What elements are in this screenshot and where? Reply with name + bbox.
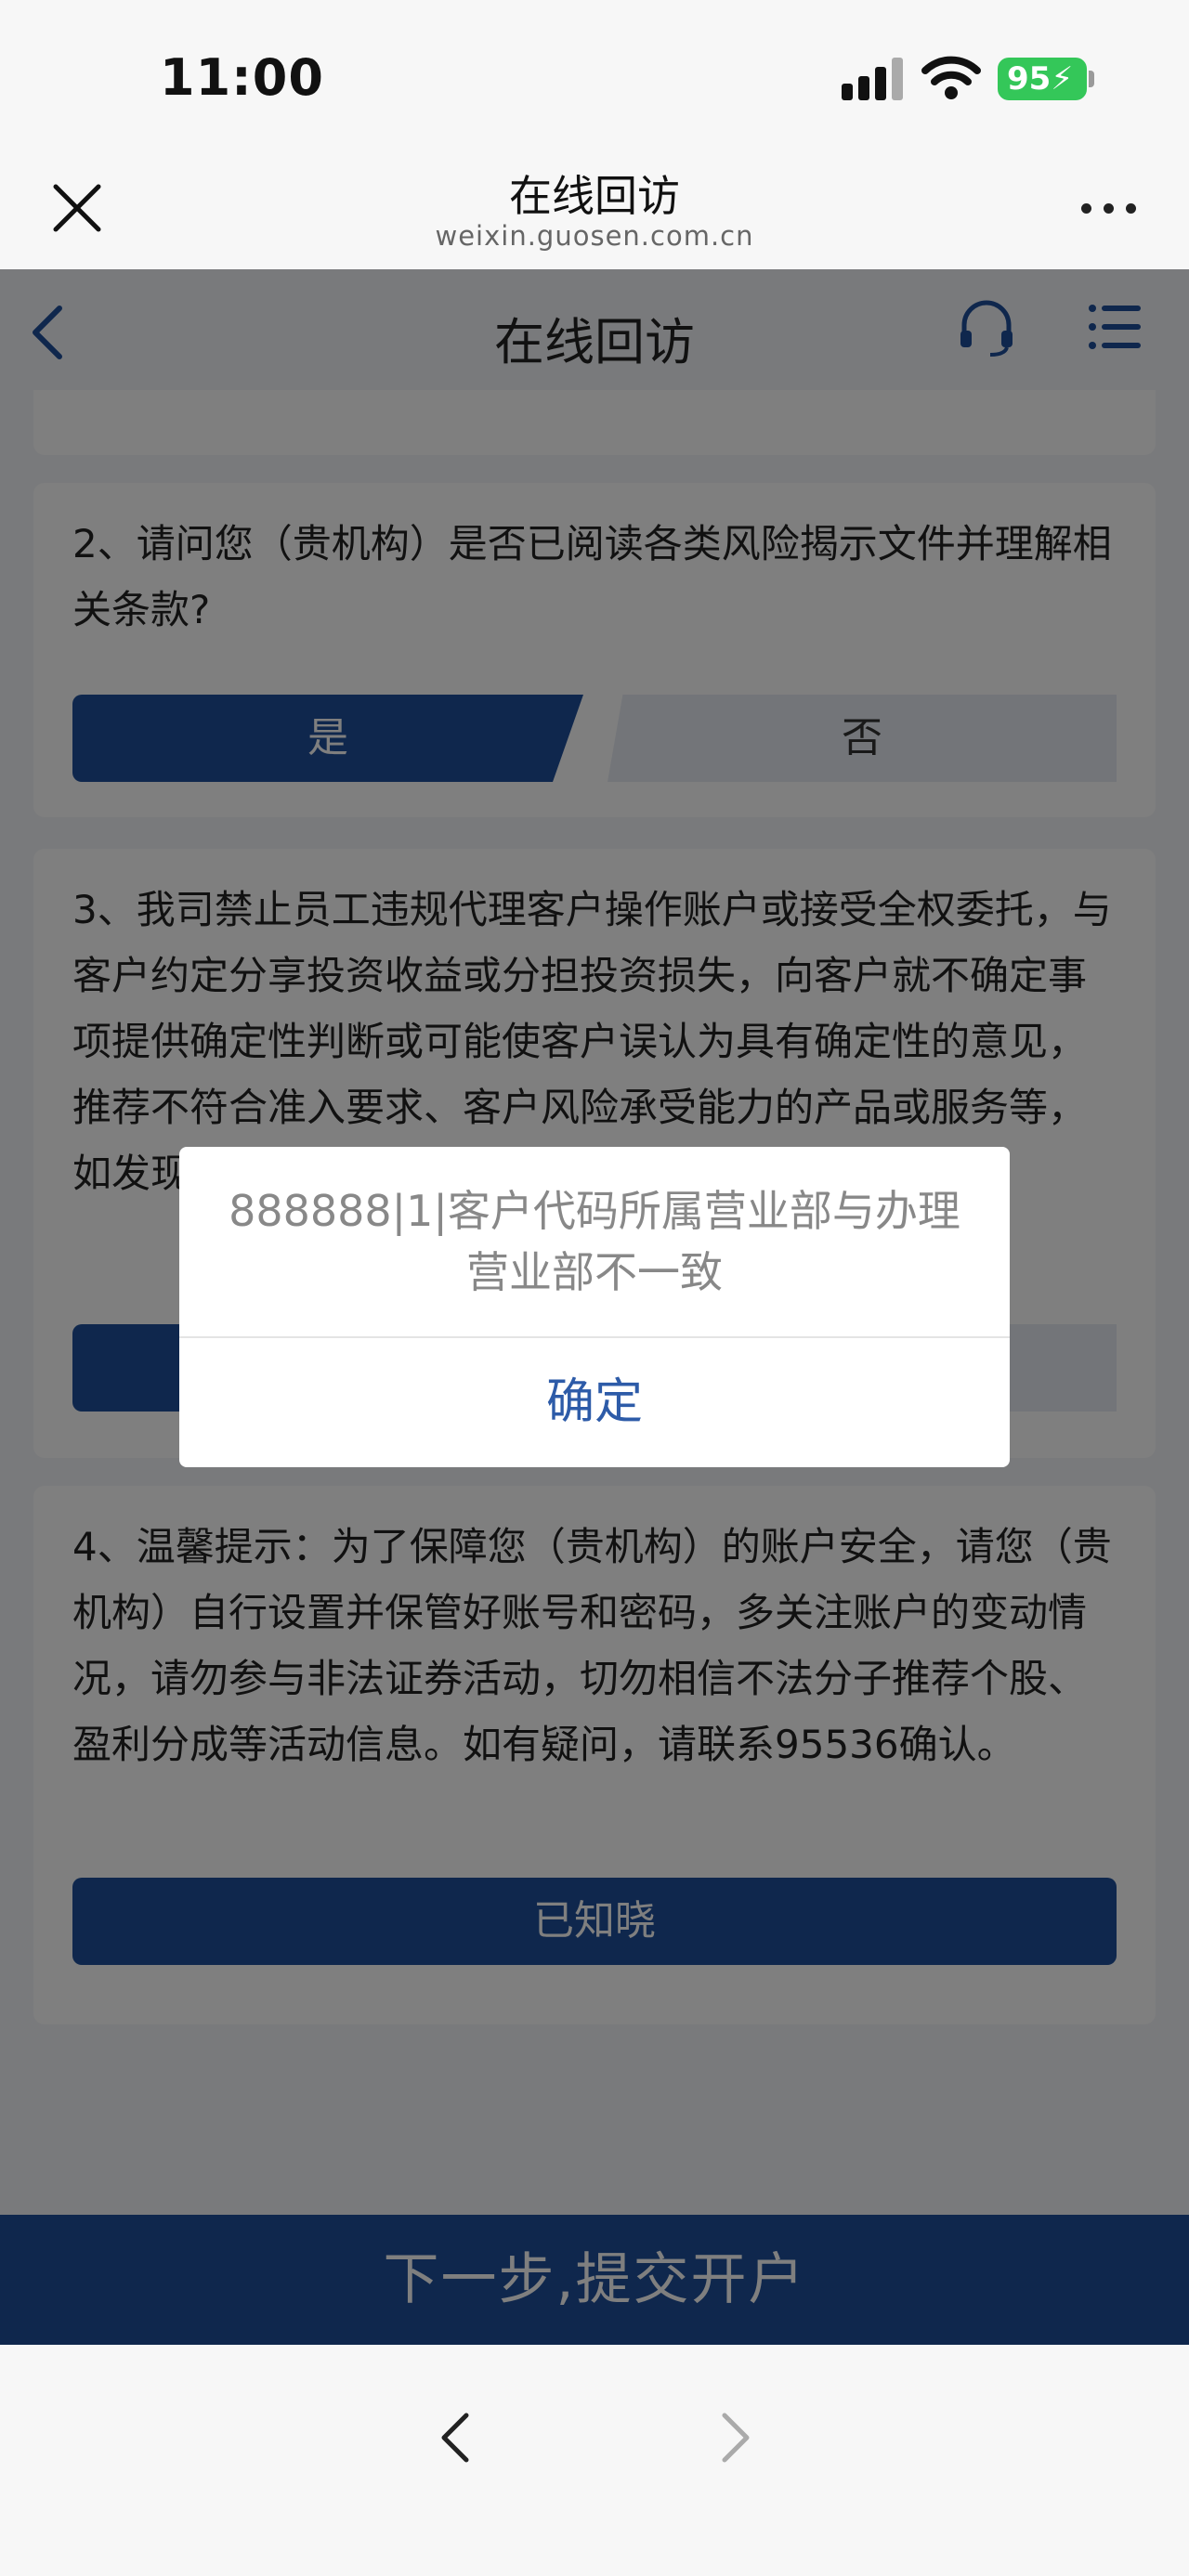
browser-toolbar	[0, 2345, 1189, 2576]
browser-back-icon[interactable]	[433, 2410, 479, 2465]
charging-icon: ⚡	[1051, 60, 1074, 98]
battery-level: 95	[1007, 60, 1052, 98]
more-options-icon[interactable]	[1081, 194, 1139, 222]
browser-forward-icon[interactable]	[712, 2410, 758, 2465]
dialog-message: 888888|1|客户代码所属营业部与办理营业部不一致	[229, 1186, 960, 1297]
status-bar: 11:00 95⚡	[0, 0, 1189, 153]
browser-header: 在线回访 weixin.guosen.com.cn	[0, 153, 1189, 269]
wifi-icon	[921, 56, 981, 99]
status-time: 11:00	[160, 48, 324, 107]
battery-indicator: 95⚡	[998, 58, 1087, 100]
cellular-signal-icon	[842, 58, 903, 100]
battery-nub	[1089, 71, 1094, 87]
browser-url: weixin.guosen.com.cn	[435, 220, 754, 252]
alert-dialog: 888888|1|客户代码所属营业部与办理营业部不一致 确定	[179, 1147, 1010, 1467]
dialog-confirm-button[interactable]: 确定	[179, 1338, 1010, 1467]
browser-title: 在线回访	[509, 171, 680, 221]
